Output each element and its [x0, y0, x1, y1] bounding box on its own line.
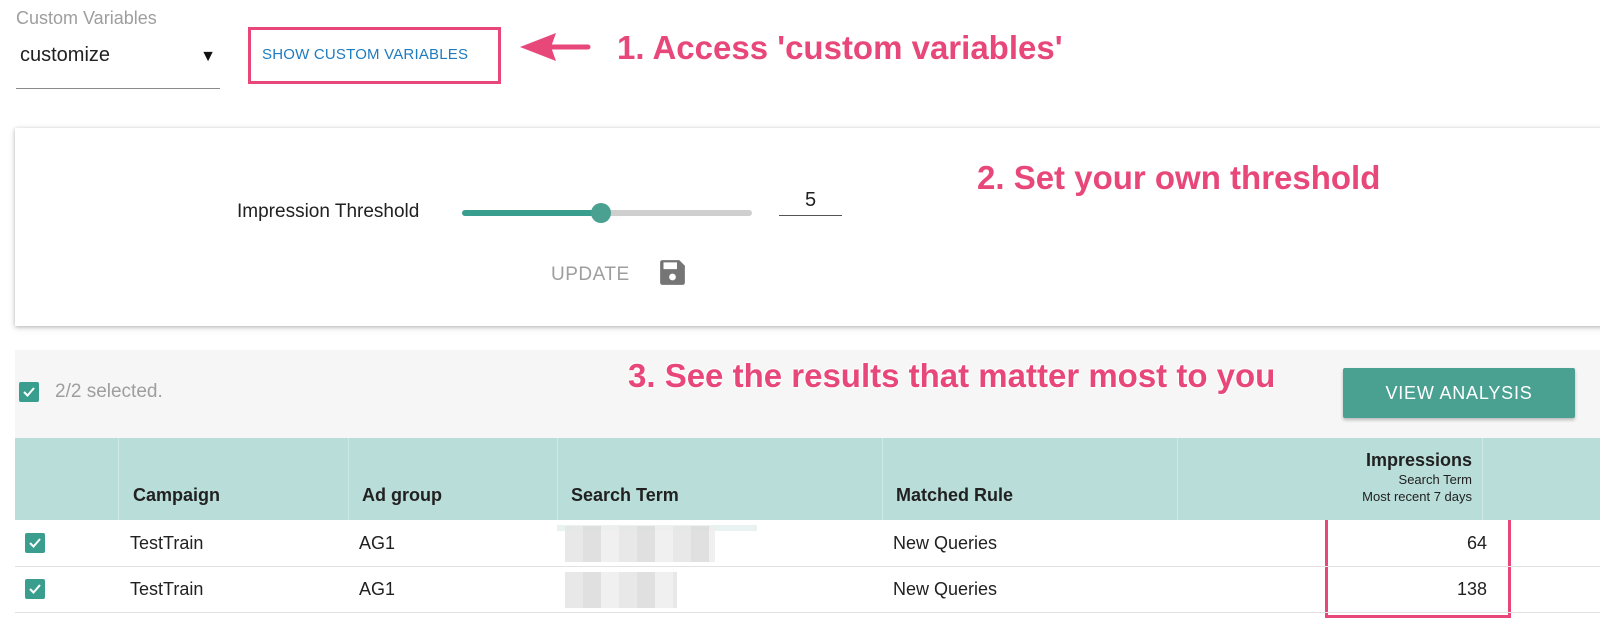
annotation-step-1: 1. Access 'custom variables' — [617, 29, 1063, 66]
custom-variables-label: Custom Variables — [16, 8, 157, 28]
cell-campaign: TestTrain — [130, 579, 204, 599]
threshold-input[interactable] — [779, 187, 842, 213]
checkmark-icon — [29, 584, 41, 594]
row-checkbox[interactable] — [25, 533, 45, 553]
threshold-input-wrapper — [779, 187, 842, 216]
selection-count: 2/2 selected. — [55, 381, 163, 402]
column-header-matched-rule[interactable]: Matched Rule — [896, 485, 1013, 506]
column-header-campaign[interactable]: Campaign — [133, 485, 220, 506]
column-header-search-term[interactable]: Search Term — [571, 485, 679, 506]
threshold-card — [15, 128, 1600, 326]
cell-matched-rule: New Queries — [893, 579, 998, 599]
impression-threshold-label: Impression Threshold — [237, 201, 420, 222]
select-all-checkbox[interactable] — [19, 382, 39, 402]
cell-impressions: 64 — [1466, 533, 1487, 553]
table-row[interactable]: TestTrain AG1 New Queries 138 — [15, 566, 1600, 613]
cell-ad-group: AG1 — [359, 533, 396, 553]
impressions-header-title: Impressions — [1365, 450, 1472, 470]
column-separator — [557, 438, 558, 520]
checkmark-icon — [29, 538, 41, 548]
cell-impressions: 138 — [1456, 579, 1487, 599]
custom-variables-value: customize — [20, 44, 111, 66]
column-separator — [1177, 438, 1178, 520]
column-separator — [1482, 438, 1483, 520]
impressions-header-sub2: Most recent 7 days — [1362, 489, 1472, 504]
cell-matched-rule: New Queries — [893, 533, 998, 553]
save-icon[interactable] — [659, 259, 686, 286]
cell-ad-group: AG1 — [359, 579, 396, 599]
redacted-search-term — [565, 572, 677, 608]
update-button[interactable]: UPDATE — [551, 264, 630, 286]
redacted-search-term — [565, 526, 715, 562]
impressions-header-sub1: Search Term — [1398, 472, 1472, 487]
column-header-impressions[interactable]: Impressions Search Term Most recent 7 da… — [1300, 450, 1472, 505]
row-checkbox[interactable] — [25, 579, 45, 599]
highlight-box-custom-variables — [248, 27, 501, 84]
slider-fill — [462, 210, 602, 216]
cell-campaign: TestTrain — [130, 533, 204, 553]
column-separator — [882, 438, 883, 520]
checkmark-icon — [23, 387, 35, 397]
table-row[interactable]: TestTrain AG1 New Queries 64 — [15, 520, 1600, 567]
column-header-ad-group[interactable]: Ad group — [362, 485, 442, 506]
column-separator — [118, 438, 119, 520]
caret-down-icon: ▼ — [200, 48, 216, 65]
column-separator — [348, 438, 349, 520]
annotation-step-3: 3. See the results that matter most to y… — [628, 357, 1276, 394]
custom-variables-select[interactable]: customize ▼ — [16, 42, 220, 89]
annotation-step-2: 2. Set your own threshold — [977, 159, 1381, 196]
arrow-icon-1 — [520, 33, 591, 61]
view-analysis-button[interactable]: VIEW ANALYSIS — [1343, 368, 1575, 418]
